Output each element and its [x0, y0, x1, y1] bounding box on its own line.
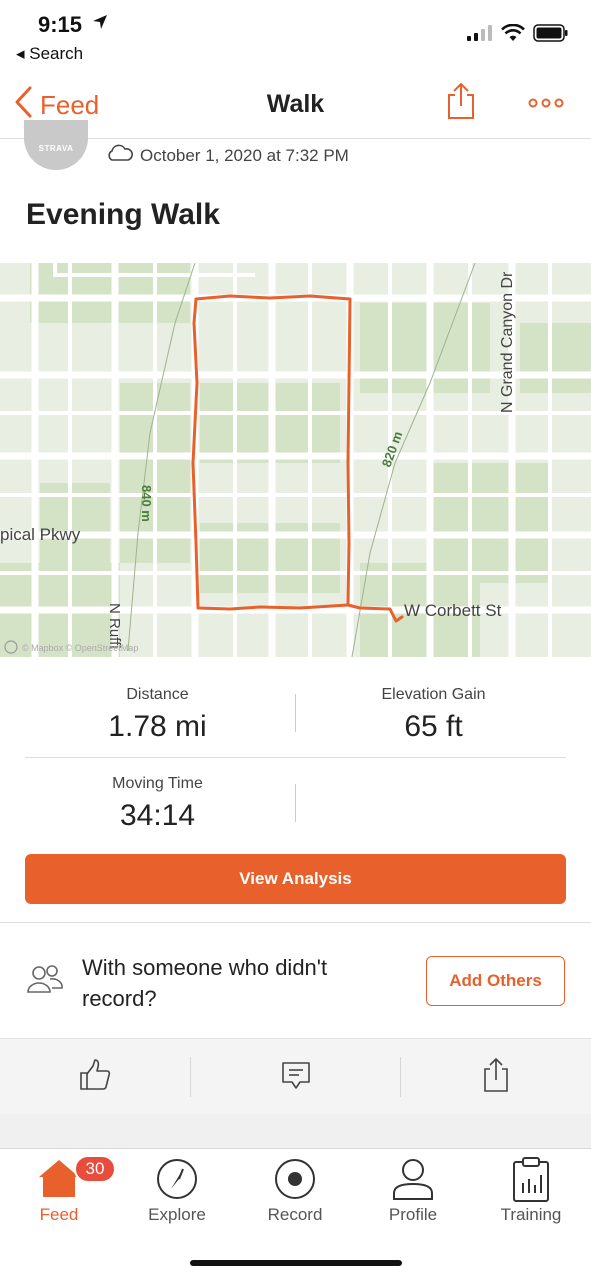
tab-label: Record: [267, 1205, 323, 1224]
map-label-ruffin: N Ruffi: [106, 603, 123, 649]
with-others-prompt: With someone who didn't record?: [82, 955, 328, 1011]
tab-explore[interactable]: Explore: [118, 1149, 236, 1239]
people-icon: [26, 964, 64, 999]
compass-icon: [118, 1157, 236, 1201]
map-label-tropical: pical Pkwy: [0, 525, 81, 544]
stats-row-divider: [25, 757, 566, 758]
elevation-label: Elevation Gain: [381, 686, 486, 703]
elevation-value: 65 ft: [404, 710, 463, 743]
stats-divider: [295, 694, 296, 732]
tab-label: Training: [500, 1205, 562, 1224]
kudos-button[interactable]: [0, 1039, 190, 1115]
location-arrow-icon: [92, 14, 108, 35]
tab-label: Explore: [148, 1205, 206, 1224]
wifi-icon: [501, 23, 525, 47]
map-label-grand-canyon: N Grand Canyon Dr: [499, 271, 516, 413]
moving-time-value: 34:14: [119, 799, 196, 832]
training-icon: [472, 1157, 590, 1203]
record-icon: [236, 1157, 354, 1201]
more-options-icon[interactable]: [528, 96, 564, 114]
notification-badge: 30: [74, 1155, 116, 1183]
navigation-bar: Feed Walk: [0, 76, 591, 136]
tab-profile[interactable]: Profile: [354, 1149, 472, 1239]
cloud-icon: [106, 144, 134, 167]
status-bar: 9:15 ◂ Search: [0, 0, 591, 70]
view-analysis-button[interactable]: View Analysis: [25, 854, 566, 904]
home-indicator[interactable]: [190, 1260, 402, 1266]
route-map[interactable]: N Grand Canyon Dr pical Pkwy W Corbett S…: [0, 263, 591, 657]
avatar-logo-text: STRAVA: [38, 144, 74, 153]
activity-action-bar: [0, 1038, 591, 1114]
back-to-search-link[interactable]: ◂ Search: [16, 44, 83, 64]
signal-icon: [467, 25, 493, 46]
status-time: 9:15: [38, 12, 83, 37]
map-canvas: N Grand Canyon Dr pical Pkwy W Corbett S…: [0, 263, 591, 657]
tab-label: Profile: [388, 1205, 438, 1224]
comment-icon: [280, 1059, 312, 1096]
tab-training[interactable]: Training: [472, 1149, 590, 1239]
avatar[interactable]: STRAVA: [24, 120, 88, 170]
share-icon: [482, 1057, 510, 1098]
distance-label: Distance: [126, 686, 189, 703]
status-icons: [467, 23, 569, 47]
tab-label: Feed: [39, 1205, 79, 1224]
activity-date-row: October 1, 2020 at 7:32 PM: [106, 144, 349, 167]
activity-date: October 1, 2020 at 7:32 PM: [140, 145, 349, 165]
profile-icon: [354, 1157, 472, 1201]
comment-button[interactable]: [191, 1039, 400, 1115]
moving-time-label: Moving Time: [112, 775, 203, 792]
map-contour-840: 840 m: [139, 485, 154, 522]
stats-divider: [295, 784, 296, 822]
distance-value: 1.78 mi: [108, 710, 207, 743]
tab-feed[interactable]: 30 Feed: [0, 1149, 118, 1239]
content-gap: [0, 1114, 591, 1148]
page-title: Walk: [266, 90, 325, 118]
map-label-corbett: W Corbett St: [404, 601, 502, 620]
share-icon[interactable]: [446, 82, 476, 125]
add-others-button[interactable]: Add Others: [426, 956, 565, 1006]
section-divider: [0, 922, 591, 923]
nav-divider: [0, 138, 591, 139]
activity-title: Evening Walk: [26, 198, 220, 231]
battery-icon: [533, 24, 569, 47]
tab-record[interactable]: Record: [236, 1149, 354, 1239]
share-activity-button[interactable]: [401, 1039, 591, 1115]
thumbs-up-icon: [78, 1058, 112, 1097]
map-attribution: © Mapbox © OpenStreetMap: [22, 643, 138, 653]
